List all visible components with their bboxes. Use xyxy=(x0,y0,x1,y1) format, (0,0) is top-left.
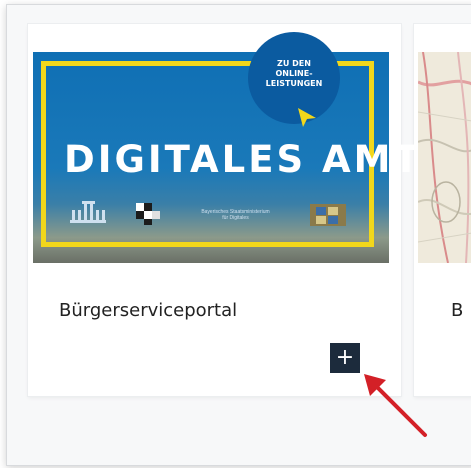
annotation-arrow-icon xyxy=(364,374,427,437)
badge-line: ONLINE- xyxy=(275,69,313,78)
ministry-logo-icon xyxy=(136,203,160,225)
card-title[interactable]: B xyxy=(451,300,463,321)
badge-line: LEISTUNGEN xyxy=(265,79,323,88)
ministry-line: für Digitales xyxy=(222,215,249,221)
ministry-name: Bayerisches Staatsministerium für Digita… xyxy=(178,209,293,221)
map-thumbnail[interactable] xyxy=(418,52,471,263)
plus-icon: + xyxy=(335,345,355,370)
cursor-arrow-icon xyxy=(298,108,316,127)
building-icon xyxy=(70,201,106,223)
banner-title: DIGITALES AMT xyxy=(64,138,422,181)
map-image xyxy=(418,52,471,263)
bavaria-crest-icon xyxy=(310,204,346,226)
badge-line: ZU DEN xyxy=(277,59,311,68)
card-title[interactable]: Bürgerserviceportal xyxy=(59,300,237,321)
add-button[interactable]: + xyxy=(330,343,360,373)
online-services-badge-text: ZU DEN ONLINE- LEISTUNGEN xyxy=(256,59,332,89)
